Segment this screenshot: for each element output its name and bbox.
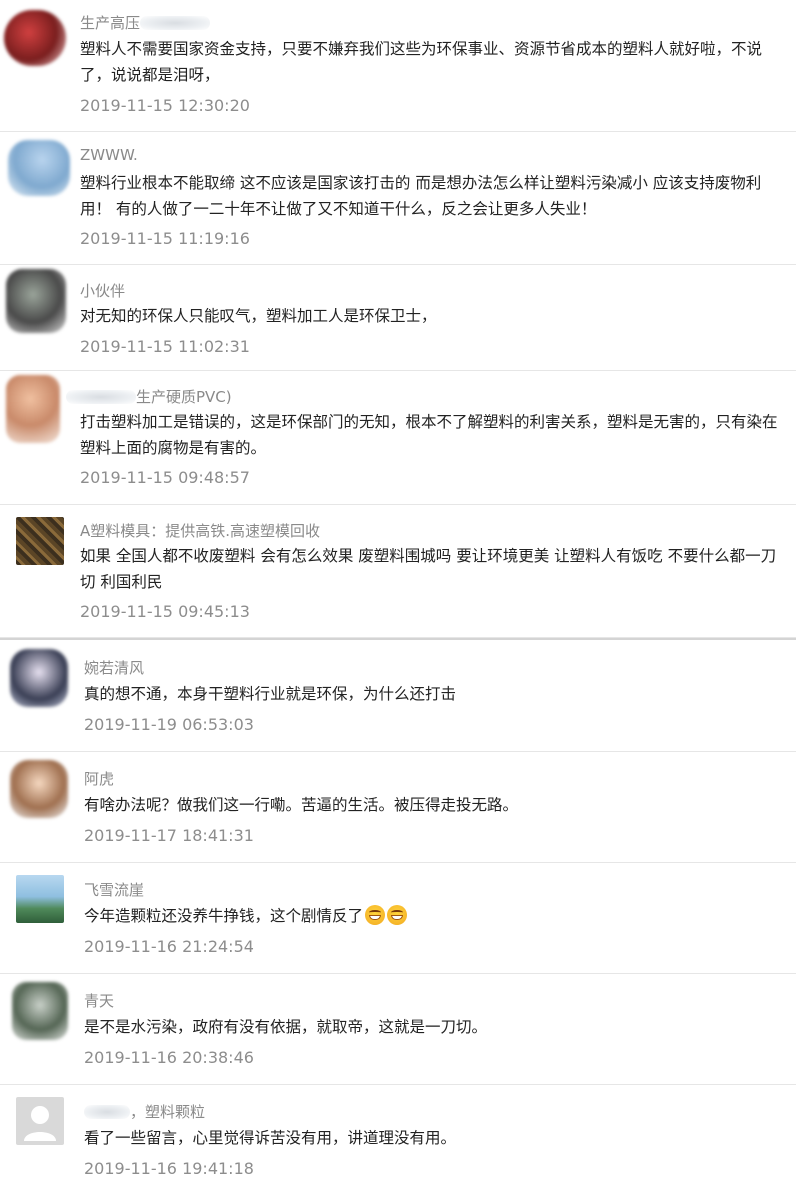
comment-time: 2019-11-16 19:41:18: [84, 1159, 254, 1178]
user-name[interactable]: 阿虎: [84, 768, 114, 789]
comment-item: A塑料模具：提供高铁.高速塑模回收 如果 全国人都不收废塑料 会有怎么效果 废塑…: [0, 505, 796, 638]
user-name[interactable]: 生产高压: [80, 12, 211, 33]
comment-item: 阿虎 有啥办法呢？做我们这一行嘞。苦逼的生活。被压得走投无路。 2019-11-…: [0, 752, 796, 863]
comment-time: 2019-11-16 21:24:54: [84, 937, 254, 956]
comment-time: 2019-11-16 20:38:46: [84, 1048, 254, 1067]
comment-time: 2019-11-17 18:41:31: [84, 826, 254, 845]
comment-item: 飞雪流崖 今年造颗粒还没养牛挣钱，这个剧情反了 2019-11-16 21:24…: [0, 863, 796, 974]
comment-text: 塑料人不需要国家资金支持，只要不嫌弃我们这些为环保事业、资源节省成本的塑料人就好…: [80, 40, 763, 84]
comment-item: 生产硬质PVC) 打击塑料加工是错误的，这是环保部门的无知，根本不了解塑料的利害…: [0, 371, 796, 505]
comment-text: 有啥办法呢？做我们这一行嘞。苦逼的生活。被压得走投无路。: [84, 796, 519, 814]
comment-time: 2019-11-15 09:48:57: [80, 468, 250, 487]
section-divider: [0, 638, 796, 640]
comment-time: 2019-11-15 09:45:13: [80, 602, 250, 621]
comment-item: 小伙伴 对无知的环保人只能叹气，塑料加工人是环保卫士， 2019-11-15 1…: [0, 265, 796, 371]
user-avatar[interactable]: [16, 875, 64, 923]
redacted-name: [84, 1105, 130, 1119]
comment-text: 如果 全国人都不收废塑料 会有怎么效果 废塑料围城吗 要让环境更美 让塑料人有饭…: [80, 547, 777, 591]
user-name[interactable]: 小伙伴: [80, 280, 125, 301]
default-user-icon: [24, 1106, 56, 1141]
comment-text: 真的想不通，本身干塑料行业就是环保，为什么还打击: [84, 685, 457, 703]
comment-item: 婉若清风 真的想不通，本身干塑料行业就是环保，为什么还打击 2019-11-19…: [0, 641, 796, 752]
user-name-label: ，塑料颗粒: [130, 1103, 206, 1121]
comment-text: 塑料行业根本不能取缔 这不应该是国家该打击的 而是想办法怎么样让塑料污染减小 应…: [80, 174, 762, 218]
comment-item: ，塑料颗粒 看了一些留言，心里觉得诉苦没有用，讲道理没有用。 2019-11-1…: [0, 1085, 796, 1197]
comment-text: 今年造颗粒还没养牛挣钱，这个剧情反了: [84, 903, 788, 929]
user-avatar[interactable]: [4, 10, 66, 66]
user-avatar[interactable]: [8, 140, 70, 196]
user-avatar[interactable]: [16, 517, 64, 565]
grinning-face-icon: [387, 905, 408, 925]
comment-item: 青天 是不是水污染，政府有没有依据，就取帝，这就是一刀切。 2019-11-16…: [0, 974, 796, 1085]
comment-feed: 生产高压 塑料人不需要国家资金支持，只要不嫌弃我们这些为环保事业、资源节省成本的…: [0, 0, 796, 1197]
user-name[interactable]: 婉若清风: [84, 657, 144, 678]
user-name-label: 生产硬质PVC): [136, 388, 232, 406]
comment-text-body: 今年造颗粒还没养牛挣钱，这个剧情反了: [84, 907, 364, 925]
user-avatar[interactable]: [10, 649, 68, 707]
user-name[interactable]: A塑料模具：提供高铁.高速塑模回收: [80, 520, 320, 541]
redacted-name: [140, 16, 211, 30]
comment-text: 对无知的环保人只能叹气，塑料加工人是环保卫士，: [80, 307, 437, 325]
comment-item: 生产高压 塑料人不需要国家资金支持，只要不嫌弃我们这些为环保事业、资源节省成本的…: [0, 0, 796, 132]
user-name[interactable]: ，塑料颗粒: [84, 1101, 205, 1122]
comment-text: 打击塑料加工是错误的，这是环保部门的无知，根本不了解塑料的利害关系，塑料是无害的…: [80, 413, 778, 457]
user-name-label: 生产高压: [80, 14, 141, 32]
comment-time: 2019-11-15 11:02:31: [80, 337, 250, 356]
user-name[interactable]: 飞雪流崖: [84, 879, 144, 900]
user-avatar[interactable]: [12, 982, 68, 1040]
user-name[interactable]: ZWWW.: [80, 146, 138, 164]
user-avatar[interactable]: [16, 1097, 64, 1145]
user-avatar[interactable]: [6, 375, 60, 443]
comment-time: 2019-11-15 12:30:20: [80, 96, 250, 115]
user-avatar[interactable]: [6, 269, 66, 333]
comment-text: 是不是水污染，政府有没有依据，就取帝，这就是一刀切。: [84, 1018, 488, 1036]
redacted-name: [66, 390, 136, 404]
user-name[interactable]: 生产硬质PVC): [66, 386, 232, 407]
comment-time: 2019-11-15 11:19:16: [80, 229, 250, 248]
grinning-face-icon: [365, 905, 386, 925]
comment-item: ZWWW. 塑料行业根本不能取缔 这不应该是国家该打击的 而是想办法怎么样让塑料…: [0, 132, 796, 265]
comment-text: 看了一些留言，心里觉得诉苦没有用，讲道理没有用。: [84, 1129, 457, 1147]
user-name[interactable]: 青天: [84, 990, 114, 1011]
user-avatar[interactable]: [10, 760, 68, 818]
comment-time: 2019-11-19 06:53:03: [84, 715, 254, 734]
